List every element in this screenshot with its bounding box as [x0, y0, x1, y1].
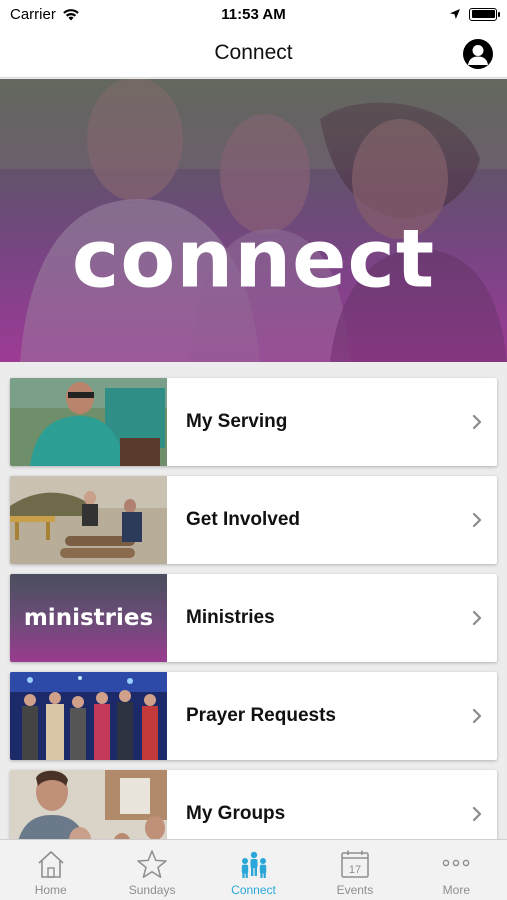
prayer-requests-thumbnail [10, 672, 167, 760]
location-arrow-icon [450, 9, 460, 19]
chevron-right-icon [457, 770, 497, 839]
tab-label: More [442, 883, 470, 897]
status-left: Carrier [10, 6, 80, 23]
list-item-my-serving[interactable]: My Serving [10, 378, 497, 466]
more-icon [443, 859, 470, 867]
star-icon [137, 850, 167, 878]
tab-bar: Home Sundays Connect 17 Events More [0, 839, 507, 900]
tab-label: Connect [231, 883, 276, 897]
tab-more[interactable]: More [406, 840, 507, 900]
home-icon [38, 851, 64, 878]
tab-sundays[interactable]: Sundays [101, 840, 202, 900]
tab-label: Home [34, 883, 67, 897]
profile-button[interactable] [463, 39, 493, 69]
battery-icon [469, 7, 500, 21]
list-item-label: My Serving [186, 411, 288, 432]
wifi-icon [63, 8, 79, 20]
ministries-thumbnail: ministries [10, 574, 167, 662]
user-icon [468, 45, 488, 65]
chevron-right-icon [457, 476, 497, 564]
calendar-icon: 17 [341, 850, 369, 878]
get-involved-thumbnail [10, 476, 167, 564]
tab-connect[interactable]: Connect [203, 840, 304, 900]
list-item-label: Prayer Requests [186, 705, 336, 726]
tab-events[interactable]: 17 Events [304, 840, 405, 900]
page-title: Connect [214, 40, 293, 64]
chevron-right-icon [457, 672, 497, 760]
list-item-get-involved[interactable]: Get Involved [10, 476, 497, 564]
chevron-right-icon [457, 378, 497, 466]
list-item-my-groups[interactable]: My Groups [10, 770, 497, 839]
list-item-prayer-requests[interactable]: Prayer Requests [10, 672, 497, 760]
connect-list: My Serving Get Involved ministries Minis… [0, 362, 507, 839]
list-item-label: Ministries [186, 607, 275, 628]
ministries-thumbnail-text: ministries [23, 605, 154, 631]
hero-banner: connect [0, 79, 507, 362]
list-item-label: My Groups [186, 803, 286, 824]
status-bar: Carrier 11:53 AM [0, 0, 507, 28]
list-item-label: Get Involved [186, 509, 301, 530]
calendar-day-number: 17 [349, 864, 361, 876]
hero-title: connect [71, 212, 436, 306]
people-icon [241, 851, 266, 878]
nav-bar: Connect [0, 28, 507, 78]
tab-label: Events [336, 883, 374, 897]
list-item-ministries[interactable]: ministries Ministries [10, 574, 497, 662]
my-groups-thumbnail [10, 770, 167, 839]
chevron-right-icon [457, 574, 497, 662]
tab-label: Sundays [128, 883, 176, 897]
tab-home[interactable]: Home [0, 840, 101, 900]
carrier-label: Carrier [10, 5, 56, 23]
status-right [449, 7, 500, 21]
my-serving-thumbnail [10, 378, 167, 466]
